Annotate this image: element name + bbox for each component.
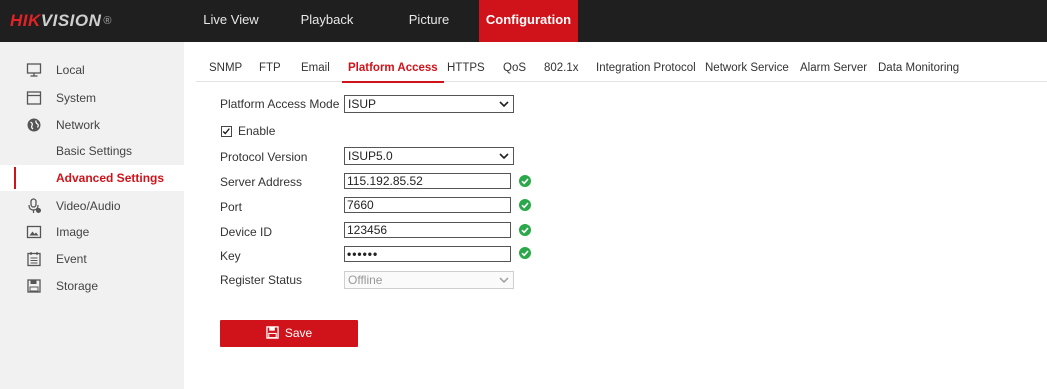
tab-alarm-server[interactable]: Alarm Server	[800, 54, 867, 82]
tab-platform-access[interactable]: Platform Access	[342, 54, 444, 83]
config-tabs: SNMP FTP Email Platform Access HTTPS QoS…	[196, 54, 1047, 83]
tab-email[interactable]: Email	[301, 54, 330, 82]
sidebar-subitem-basic-settings[interactable]: Basic Settings	[0, 138, 184, 164]
sidebar-item-video-audio[interactable]: Video/Audio	[0, 193, 184, 219]
register-status-select: Offline	[344, 271, 514, 289]
nav-playback[interactable]: Playback	[296, 0, 358, 42]
monitor-icon	[26, 63, 42, 77]
platform-access-mode-label: Platform Access Mode	[220, 97, 340, 111]
sidebar: Local System Network Basic Settings Adva…	[0, 42, 184, 389]
floppy-disk-icon	[27, 279, 41, 293]
sidebar-item-label: Storage	[56, 279, 99, 293]
nav-picture[interactable]: Picture	[401, 0, 457, 42]
device-id-input[interactable]: 123456	[344, 222, 511, 238]
save-button-label: Save	[284, 326, 313, 340]
sidebar-item-label: Event	[56, 252, 87, 266]
sidebar-item-local[interactable]: Local	[0, 57, 184, 83]
tab-ftp[interactable]: FTP	[259, 54, 281, 82]
logo-part-vision: VISION	[40, 11, 102, 30]
platform-access-mode-value: ISUP	[348, 97, 377, 111]
sidebar-item-label: Local	[56, 63, 85, 77]
sidebar-subitem-advanced-settings[interactable]: Advanced Settings	[0, 165, 184, 191]
valid-check-icon	[519, 199, 531, 211]
chevron-down-icon	[499, 153, 509, 160]
tab-qos[interactable]: QoS	[503, 54, 526, 82]
sidebar-subitem-label: Advanced Settings	[56, 171, 165, 185]
port-input[interactable]: 7660	[344, 197, 511, 213]
microphone-icon	[28, 198, 41, 213]
device-id-label: Device ID	[220, 225, 273, 239]
image-icon	[26, 225, 42, 239]
top-bar: HIKVISION ® Live View Playback Picture Co…	[0, 0, 1047, 42]
checkmark-icon	[222, 128, 230, 135]
enable-label: Enable	[238, 124, 276, 138]
tab-snmp[interactable]: SNMP	[209, 54, 242, 82]
system-window-icon	[26, 91, 42, 105]
protocol-version-value: ISUP5.0	[348, 149, 393, 163]
port-label: Port	[220, 200, 243, 214]
sidebar-item-label: System	[56, 91, 97, 105]
sidebar-subitem-label: Basic Settings	[56, 144, 133, 158]
server-address-input[interactable]: 115.192.85.52	[344, 173, 511, 189]
tab-integration-protocol[interactable]: Integration Protocol	[596, 54, 696, 82]
valid-check-icon	[519, 175, 531, 187]
sidebar-item-storage[interactable]: Storage	[0, 273, 184, 299]
sidebar-item-system[interactable]: System	[0, 85, 184, 111]
sidebar-item-label: Network	[56, 118, 101, 132]
key-password-input[interactable]: ••••••	[344, 246, 511, 262]
chevron-down-icon	[499, 101, 509, 108]
tab-802-1x[interactable]: 802.1x	[544, 54, 579, 82]
floppy-disk-icon	[266, 326, 279, 339]
valid-check-icon	[519, 224, 531, 236]
nav-live-view[interactable]: Live View	[195, 0, 267, 42]
tab-https[interactable]: HTTPS	[447, 54, 485, 82]
valid-check-icon	[519, 247, 531, 259]
protocol-version-label: Protocol Version	[220, 150, 308, 164]
calendar-icon	[27, 252, 41, 267]
sidebar-item-image[interactable]: Image	[0, 219, 184, 245]
chevron-down-icon	[499, 277, 509, 283]
save-button[interactable]: Save	[220, 320, 358, 347]
server-address-label: Server Address	[220, 175, 303, 189]
hikvision-logo: HIKVISION ®	[10, 9, 112, 33]
register-status-value: Offline	[348, 273, 383, 287]
sidebar-item-label: Video/Audio	[56, 199, 121, 213]
enable-checkbox[interactable]	[221, 126, 232, 137]
tab-network-service[interactable]: Network Service	[705, 54, 789, 82]
protocol-version-select[interactable]: ISUP5.0	[344, 147, 514, 165]
globe-icon	[27, 118, 41, 132]
sidebar-item-network[interactable]: Network	[0, 112, 184, 138]
sidebar-item-label: Image	[56, 225, 90, 239]
tab-data-monitoring[interactable]: Data Monitoring	[878, 54, 959, 82]
platform-access-mode-select[interactable]: ISUP	[344, 95, 514, 113]
nav-configuration[interactable]: Configuration	[479, 0, 578, 42]
key-label: Key	[220, 249, 241, 263]
logo-part-hik: HIK	[10, 11, 41, 30]
sidebar-item-event[interactable]: Event	[0, 246, 184, 272]
register-status-label: Register Status	[220, 273, 303, 287]
logo-registered-mark: ®	[103, 15, 113, 27]
